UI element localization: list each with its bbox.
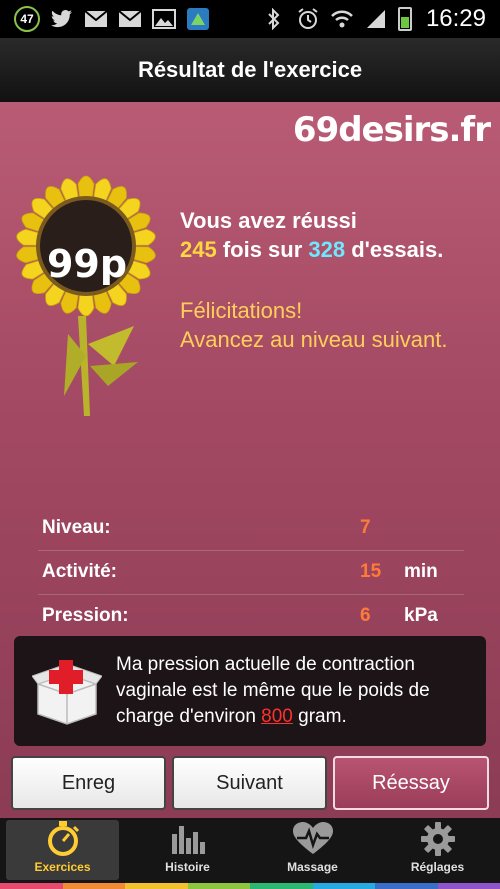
stopwatch-icon <box>43 821 83 856</box>
tab-exercices[interactable]: Exercices <box>6 820 119 880</box>
app-icon <box>186 7 210 31</box>
stat-row-activity: Activité: 15 min <box>38 551 464 595</box>
bar-chart-icon <box>168 822 208 856</box>
stat-label: Pression: <box>42 605 129 626</box>
stat-row-pressure: Pression: 6 kPa <box>38 595 464 639</box>
stat-value: 15 <box>360 561 382 582</box>
tab-label: Histoire <box>165 860 210 874</box>
result-suffix-text: d'essais. <box>345 237 444 262</box>
page-title: Résultat de l'exercice <box>137 57 363 82</box>
signal-icon <box>364 7 388 31</box>
success-count: 245 <box>180 237 217 262</box>
congrats-text: Félicitations! <box>180 298 303 323</box>
bottom-tab-bar: Exercices Histoire Massage Réglages <box>0 818 500 889</box>
pressure-info-box: Ma pression actuelle de contraction vagi… <box>14 636 486 746</box>
result-line1: Vous avez réussi <box>180 208 357 233</box>
tab-reglages[interactable]: Réglages <box>375 820 500 880</box>
bluetooth-icon <box>262 7 286 31</box>
tab-label: Massage <box>287 860 338 874</box>
score-value: 99p <box>46 242 128 286</box>
battery-icon <box>397 7 412 31</box>
next-level-text: Avancez au niveau suivant. <box>180 327 448 352</box>
gift-box-icon <box>32 660 102 725</box>
stat-value: 7 <box>360 517 371 538</box>
heart-pulse-icon <box>292 822 333 856</box>
retry-button[interactable]: Réessay <box>333 756 489 810</box>
notification-count-badge: 47 <box>14 6 40 32</box>
stats-table: Niveau: 7 Activité: 15 min Pression: 6 k… <box>38 507 464 639</box>
color-strip <box>0 883 500 889</box>
info-text-after: gram. <box>292 706 347 727</box>
tab-label: Exercices <box>34 860 91 874</box>
wifi-icon <box>330 7 354 31</box>
brand-logo: 69desirs.fr <box>292 110 491 150</box>
stat-row-level: Niveau: 7 <box>38 507 464 551</box>
result-summary: Vous avez réussi 245 fois sur 328 d'essa… <box>180 206 443 264</box>
stat-value: 6 <box>360 605 371 626</box>
status-bar: 47 16:29 <box>0 0 500 38</box>
congratulations-message: Félicitations! Avancez au niveau suivant… <box>180 296 447 354</box>
twitter-icon <box>50 7 74 31</box>
result-panel: 69desirs.fr 99p Vous avez réussi 245 foi… <box>0 102 500 818</box>
tab-label: Réglages <box>410 860 465 874</box>
mail-icon <box>84 7 108 31</box>
weight-value-link[interactable]: 800 <box>261 706 293 727</box>
tab-histoire[interactable]: Histoire <box>125 820 250 880</box>
result-middle-text: fois sur <box>216 237 309 262</box>
mail-icon <box>118 7 142 31</box>
stat-unit: min <box>404 561 438 582</box>
gear-icon <box>418 822 458 856</box>
image-icon <box>152 7 176 31</box>
save-button[interactable]: Enreg <box>11 756 166 810</box>
pressure-info-text: Ma pression actuelle de contraction vagi… <box>116 652 478 730</box>
stat-label: Niveau: <box>42 517 111 538</box>
clock: 16:29 <box>425 5 486 32</box>
title-bar: Résultat de l'exercice <box>0 38 500 102</box>
tab-massage[interactable]: Massage <box>250 820 375 880</box>
total-count: 328 <box>308 237 346 262</box>
alarm-icon <box>296 7 320 31</box>
next-button[interactable]: Suivant <box>172 756 327 810</box>
stat-label: Activité: <box>42 561 117 582</box>
stat-unit: kPa <box>404 605 438 626</box>
